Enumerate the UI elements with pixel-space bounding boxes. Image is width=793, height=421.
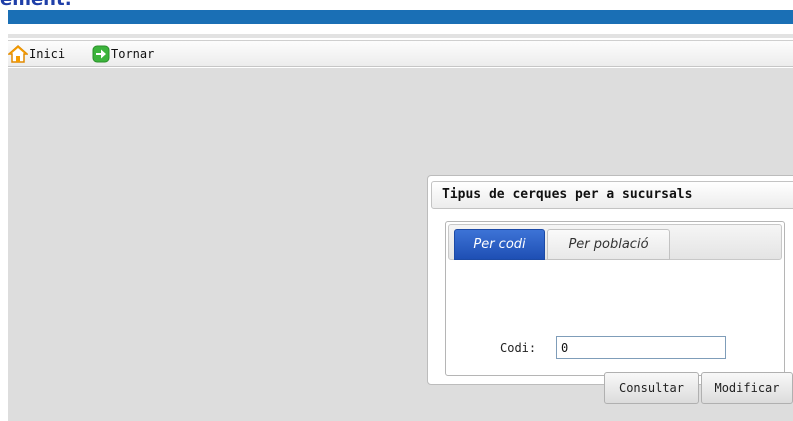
- header-banner: [8, 10, 793, 24]
- home-icon: [8, 45, 28, 63]
- home-label: Inici: [29, 47, 66, 61]
- home-button[interactable]: Inici: [8, 45, 65, 63]
- search-dialog: Tipus de cerques per a sucursals Per cod…: [427, 175, 793, 404]
- codi-label: Codi:: [500, 341, 537, 355]
- back-label: Tornar: [111, 47, 155, 61]
- consultar-button[interactable]: Consultar: [604, 372, 699, 404]
- tabs-panel: Per codi Per població Codi: Consultar Mo…: [445, 221, 793, 404]
- modificar-button[interactable]: Modificar: [701, 372, 793, 404]
- header-divider: [8, 34, 793, 38]
- toolbar: Inici Tornar: [8, 40, 793, 67]
- page-header-text: ement:: [0, 0, 72, 10]
- arrow-right-icon: [92, 45, 110, 63]
- codi-input[interactable]: [556, 336, 726, 359]
- dialog-title: Tipus de cerques per a sucursals: [431, 181, 793, 209]
- tab-strip: Per codi Per població: [448, 224, 782, 260]
- back-button[interactable]: Tornar: [92, 45, 154, 63]
- tab-per-codi[interactable]: Per codi: [454, 229, 545, 260]
- tab-per-poblacio[interactable]: Per població: [547, 229, 670, 260]
